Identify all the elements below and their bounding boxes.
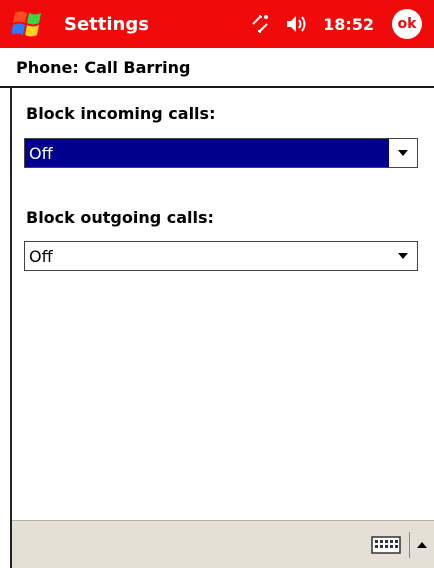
chevron-down-icon[interactable] [389,139,417,167]
speaker-icon[interactable] [285,13,309,35]
clock-time[interactable]: 18:52 [323,15,374,34]
windows-flag-icon [12,11,41,37]
start-button[interactable] [0,0,58,48]
keyboard-icon[interactable] [371,535,401,555]
outgoing-calls-value[interactable]: Off [25,242,389,270]
connectivity-icon[interactable] [249,12,271,36]
incoming-calls-label: Block incoming calls: [26,104,216,123]
left-edge-border [0,88,12,568]
up-arrow-icon[interactable] [416,541,428,549]
app-title: Settings [64,13,149,35]
ok-button[interactable]: ok [392,9,422,39]
chevron-down-icon[interactable] [389,242,417,270]
device-screen: Settings 18:52 ok Phone: Call Barring Bl… [0,0,434,568]
title-bar: Settings 18:52 ok [0,0,434,48]
outgoing-calls-dropdown[interactable]: Off [24,241,418,271]
incoming-calls-value[interactable]: Off [25,139,389,167]
incoming-calls-dropdown[interactable]: Off [24,138,418,168]
divider [409,531,410,558]
status-area: 18:52 ok [249,9,422,39]
outgoing-calls-label: Block outgoing calls: [26,208,214,227]
page-title: Phone: Call Barring [16,57,191,77]
menu-bar [12,520,434,568]
page-header: Phone: Call Barring [0,48,434,88]
